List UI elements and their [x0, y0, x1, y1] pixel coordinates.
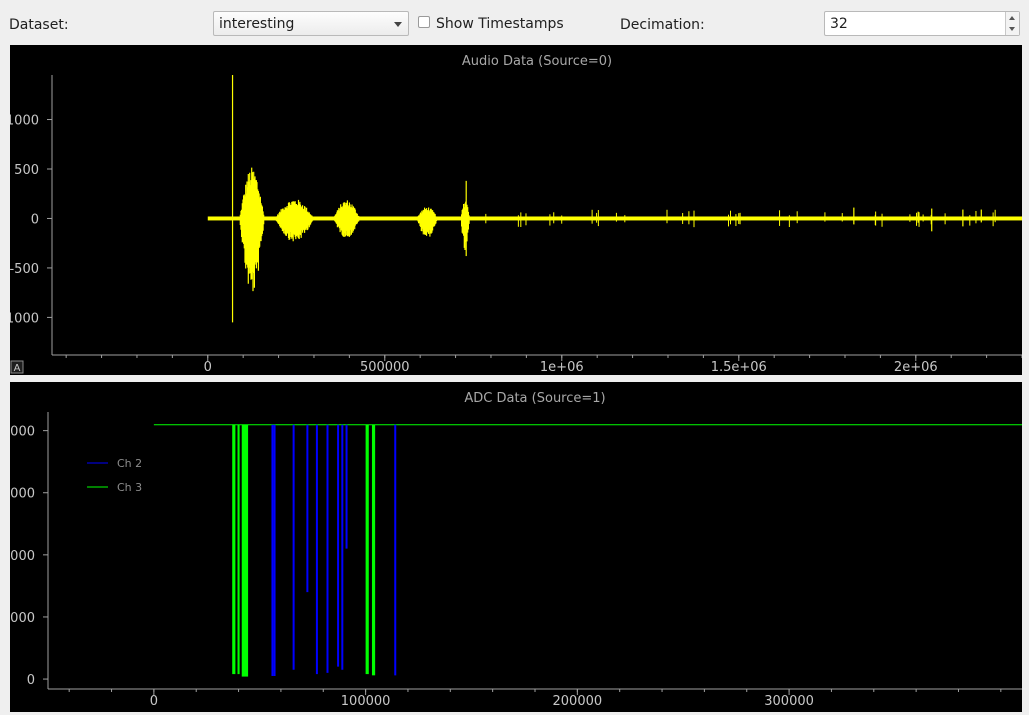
chevron-down-icon[interactable] — [394, 22, 402, 27]
ch3-burst — [232, 424, 236, 675]
audio-x-tick-label: 0 — [204, 360, 212, 375]
audio-x-tick-label: 2e+06 — [894, 360, 938, 375]
decimation-label: Decimation: — [620, 17, 705, 33]
audio-y-tick-label: -1000 — [10, 311, 39, 326]
audio-y-tick-label: -500 — [10, 262, 39, 277]
audio-baseline-band — [207, 216, 1022, 221]
adc-chart[interactable]: ADC Data (Source=1) 0 1000 2000 3000 4000 0 10… — [10, 382, 1022, 712]
adc-chart-title: ADC Data (Source=1) — [464, 391, 605, 406]
ch3-burst — [365, 424, 369, 675]
autorange-icon: A — [14, 363, 21, 374]
autorange-button[interactable]: A — [10, 360, 24, 374]
audio-plot[interactable]: Audio Data (Source=0) -1000 -500 0 500 1000 0… — [10, 45, 1022, 375]
legend-label-ch3: Ch 3 — [117, 481, 142, 494]
adc-y-tick-label: 0 — [27, 673, 35, 688]
audio-x-tick-label: 500000 — [360, 360, 410, 375]
audio-burst — [461, 201, 470, 250]
spin-up-icon[interactable] — [1009, 16, 1015, 20]
adc-y-tick-label: 3000 — [10, 487, 35, 502]
audio-burst — [275, 199, 314, 242]
spin-down-icon[interactable] — [1009, 27, 1015, 31]
audio-y-tick-label: 1000 — [10, 114, 39, 129]
audio-burst — [333, 200, 360, 237]
dataset-combobox[interactable]: interesting — [213, 11, 409, 36]
ch3-burst — [371, 424, 376, 676]
audio-x-tick-label: 1.5e+06 — [711, 360, 767, 375]
audio-chart[interactable]: Audio Data (Source=0) -1000 -500 0 500 1000 0… — [10, 45, 1022, 375]
adc-legend: Ch 2 Ch 3 — [87, 457, 142, 494]
ch3-burst — [241, 424, 249, 677]
show-timestamps-checkbox[interactable] — [418, 16, 430, 28]
adc-x-tick-label: 0 — [150, 694, 158, 709]
audio-burst — [239, 167, 265, 292]
legend-label-ch2: Ch 2 — [117, 457, 142, 470]
adc-plot[interactable]: ADC Data (Source=1) 0 1000 2000 3000 4000 0 10… — [10, 382, 1022, 712]
adc-y-tick-label: 1000 — [10, 611, 35, 626]
decimation-value[interactable]: 32 — [830, 16, 848, 32]
adc-x-tick-label: 200000 — [553, 694, 603, 709]
ch3-burst — [237, 424, 240, 675]
audio-burst — [416, 207, 438, 237]
adc-x-tick-label: 100000 — [341, 694, 391, 709]
adc-y-tick-label: 4000 — [10, 425, 35, 440]
toolbar: Dataset: interesting Show Timestamps Dec… — [0, 0, 1029, 44]
decimation-spinbox[interactable]: 32 — [824, 11, 1020, 36]
dataset-label: Dataset: — [9, 17, 69, 33]
adc-x-tick-label: 300000 — [764, 694, 814, 709]
adc-y-tick-label: 2000 — [10, 549, 35, 564]
show-timestamps-label[interactable]: Show Timestamps — [436, 16, 564, 32]
audio-x-tick-label: 1e+06 — [540, 360, 584, 375]
audio-y-tick-label: 0 — [31, 212, 39, 227]
audio-y-tick-label: 500 — [14, 163, 39, 178]
spin-buttons[interactable] — [1005, 12, 1019, 35]
dataset-value: interesting — [219, 16, 295, 32]
audio-chart-title: Audio Data (Source=0) — [462, 54, 612, 69]
